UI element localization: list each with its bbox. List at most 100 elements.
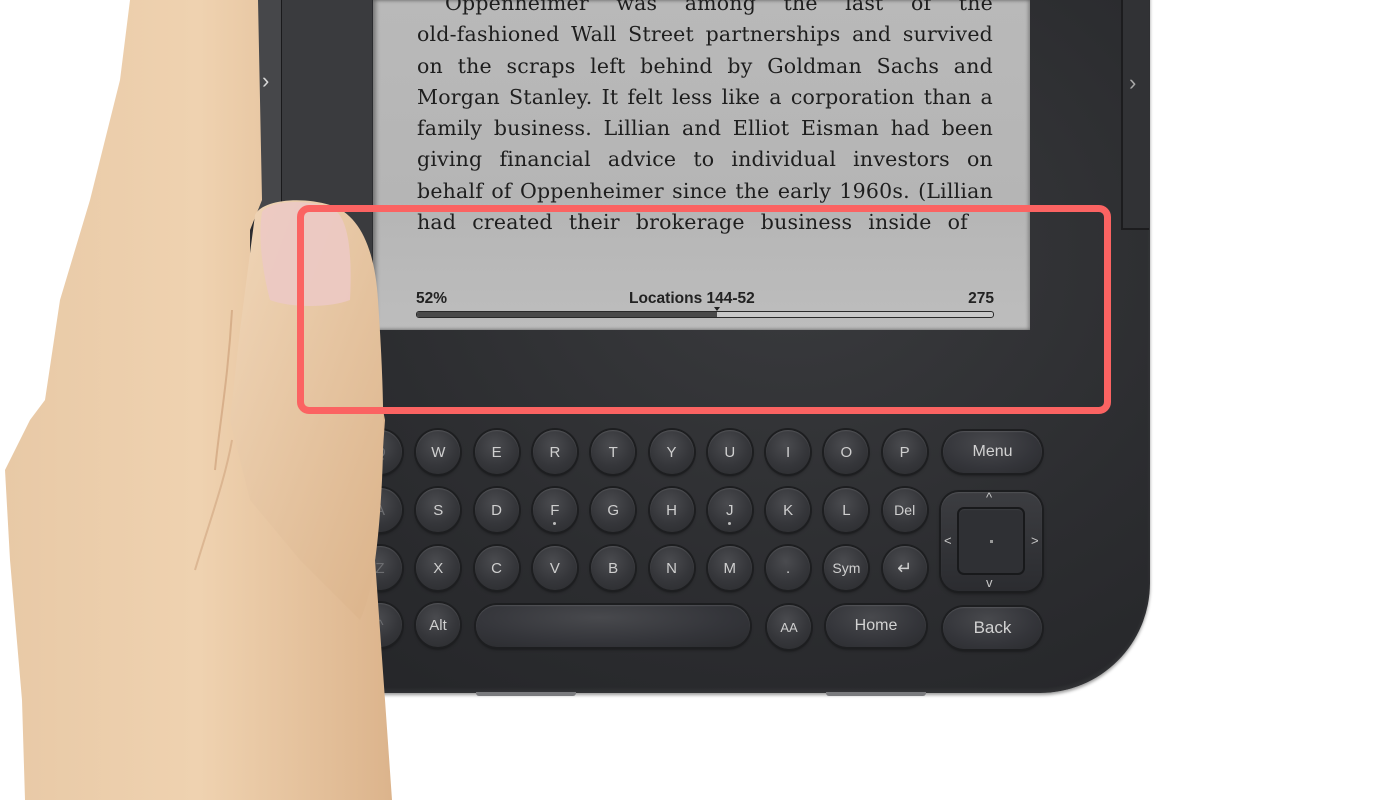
key-enter[interactable]: ↵ bbox=[882, 546, 927, 590]
back-button-label: Back bbox=[973, 618, 1012, 637]
key-label: T bbox=[608, 443, 618, 461]
dpad-down-icon[interactable]: v bbox=[986, 576, 993, 589]
word: Street bbox=[628, 22, 694, 47]
locations-label: Locations 144-52 bbox=[629, 290, 755, 307]
text-line: giving financial advice to individual investo… bbox=[417, 144, 993, 175]
key-label: I bbox=[786, 443, 791, 461]
key-label: B bbox=[608, 559, 619, 577]
word: corporation bbox=[790, 84, 915, 109]
five-way-controller[interactable]: ^ v < > bbox=[941, 491, 1042, 591]
word: (Lillian bbox=[918, 178, 993, 203]
word: and bbox=[682, 116, 722, 141]
key-label: Sym bbox=[832, 560, 861, 576]
progress-fill bbox=[417, 312, 717, 317]
key-label: Del bbox=[894, 502, 916, 518]
key-r[interactable]: R bbox=[532, 430, 577, 474]
dpad-right-icon[interactable]: > bbox=[1031, 534, 1039, 547]
shift-key[interactable]: ^ bbox=[358, 603, 402, 647]
word: business. bbox=[493, 116, 592, 141]
word: by bbox=[727, 53, 753, 78]
key-g[interactable]: G bbox=[591, 488, 636, 532]
key-label: U bbox=[724, 443, 736, 461]
left-next-page-button[interactable]: › bbox=[262, 70, 269, 92]
dpad-select-button[interactable] bbox=[959, 509, 1023, 573]
key-label: A bbox=[374, 501, 385, 519]
word: individual bbox=[731, 147, 837, 172]
screen-bezel-left bbox=[282, 0, 372, 340]
key-s[interactable]: S bbox=[416, 488, 461, 532]
menu-button-label: Menu bbox=[972, 443, 1013, 460]
word: than bbox=[923, 84, 972, 109]
key-c[interactable]: C bbox=[474, 546, 519, 590]
key-i[interactable]: I bbox=[766, 430, 811, 474]
word: of bbox=[491, 178, 512, 203]
key-j[interactable]: J bbox=[707, 488, 752, 532]
device-foot bbox=[826, 692, 926, 696]
word: felt bbox=[627, 84, 663, 109]
menu-button[interactable]: Menu bbox=[943, 431, 1042, 473]
key-f[interactable]: F bbox=[532, 488, 577, 532]
key-h[interactable]: H bbox=[649, 488, 694, 532]
key-v[interactable]: V bbox=[532, 546, 577, 590]
key-p[interactable]: P bbox=[882, 430, 927, 474]
word: advice bbox=[607, 147, 677, 172]
word: of bbox=[947, 210, 968, 235]
word: Oppenheimer bbox=[445, 0, 589, 15]
key-w[interactable]: W bbox=[416, 430, 461, 474]
key-t[interactable]: T bbox=[591, 430, 636, 474]
right-next-page-button[interactable]: › bbox=[1129, 72, 1136, 94]
key-a[interactable]: A bbox=[358, 488, 402, 532]
key-label: Y bbox=[666, 443, 677, 461]
key-n[interactable]: N bbox=[649, 546, 694, 590]
key-label: F bbox=[550, 501, 560, 519]
word: family bbox=[417, 116, 483, 141]
text-line: Oppenheimer was among the last of the bbox=[417, 0, 993, 19]
word: Wall bbox=[571, 22, 617, 47]
back-button[interactable]: Back bbox=[943, 607, 1042, 649]
percent-read: 52% bbox=[416, 290, 448, 307]
key-label: E bbox=[491, 443, 502, 461]
dpad-left-icon[interactable]: < bbox=[944, 534, 952, 547]
key-m[interactable]: M bbox=[707, 546, 752, 590]
space-bar[interactable] bbox=[476, 605, 750, 647]
word: to bbox=[693, 147, 715, 172]
key-d[interactable]: D bbox=[474, 488, 519, 532]
word: behalf bbox=[417, 178, 484, 203]
word: the bbox=[457, 53, 492, 78]
word: and bbox=[852, 22, 892, 47]
shift-icon: ^ bbox=[376, 616, 384, 634]
key-x[interactable]: X bbox=[416, 546, 461, 590]
text-line: Morgan Stanley. It felt less like a corporation… bbox=[417, 82, 993, 113]
key-z[interactable]: Z bbox=[358, 546, 402, 590]
alt-key[interactable]: Alt bbox=[416, 603, 460, 647]
word: 1960s. bbox=[839, 178, 910, 203]
word: since bbox=[672, 178, 728, 203]
word: Goldman bbox=[767, 53, 862, 78]
font-size-key[interactable]: AA bbox=[767, 605, 811, 649]
word: on bbox=[966, 147, 993, 172]
key-label: M bbox=[723, 559, 737, 577]
key-period[interactable]: . bbox=[766, 546, 811, 590]
key-del[interactable]: Del bbox=[882, 488, 927, 532]
key-q[interactable]: Q bbox=[358, 430, 402, 474]
word: giving bbox=[417, 147, 483, 172]
key-label: X bbox=[433, 559, 444, 577]
word: was bbox=[616, 0, 658, 15]
dpad-up-icon[interactable]: ^ bbox=[986, 491, 992, 504]
text-line: on the scraps left behind by Goldman Sachs and bbox=[417, 51, 993, 82]
word: financial bbox=[499, 147, 591, 172]
key-u[interactable]: U bbox=[707, 430, 752, 474]
key-k[interactable]: K bbox=[766, 488, 811, 532]
home-button[interactable]: Home bbox=[826, 605, 926, 647]
word: created bbox=[472, 210, 553, 235]
key-y[interactable]: Y bbox=[649, 430, 694, 474]
return-icon: ↵ bbox=[897, 557, 913, 578]
right-page-turn-strip bbox=[1121, 0, 1149, 230]
home-row-dot bbox=[728, 522, 732, 525]
key-e[interactable]: E bbox=[474, 430, 519, 474]
text-line: old-fashioned Wall Street partnerships and su… bbox=[417, 19, 993, 50]
key-label: S bbox=[433, 501, 444, 519]
home-row-dot bbox=[553, 522, 557, 525]
word: been bbox=[941, 116, 993, 141]
key-b[interactable]: B bbox=[591, 546, 636, 590]
